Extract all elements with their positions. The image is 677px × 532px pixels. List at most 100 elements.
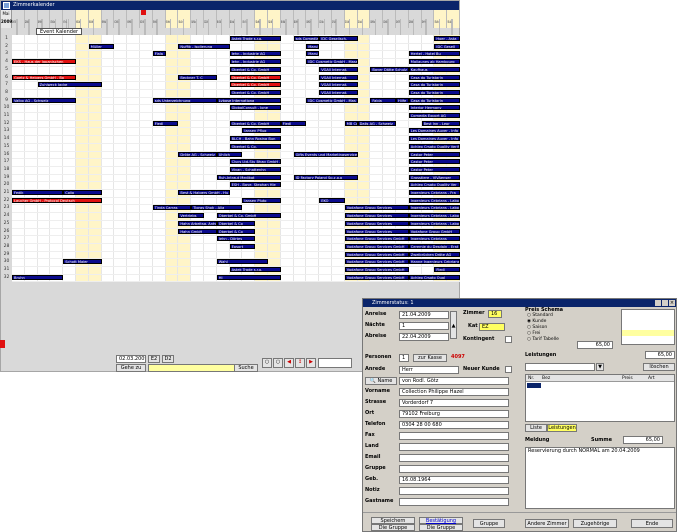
booking-bar[interactable]: Castor Peter — [408, 151, 460, 157]
booking-bar[interactable]: Hahn Arbeitsg. Antw — [178, 220, 217, 226]
goto-button[interactable]: Gehe zu — [116, 364, 146, 372]
end-button[interactable]: Ende — [631, 519, 673, 528]
booking-bar[interactable]: Vertriebs — [178, 213, 204, 219]
booking-bar[interactable]: Dalis AG - Schweiz — [357, 120, 396, 126]
booking-bar[interactable]: VGAll Internat. — [319, 89, 358, 95]
name-search-button[interactable]: 🔍 Name — [365, 377, 397, 385]
booking-bar[interactable]: Fiedl — [434, 267, 460, 272]
booking-bar[interactable]: Oberbel & Co — [216, 228, 256, 234]
day-header-cell[interactable]: Sa 02 — [76, 10, 89, 37]
booking-bar[interactable]: EKS - Haus der Japanischen — [12, 59, 76, 65]
kontingent-checkbox[interactable] — [505, 336, 512, 343]
booking-bar[interactable]: ID Factory Poland Sp.z.o.o — [293, 174, 358, 180]
booking-bar[interactable]: Comedia Export AG — [408, 113, 460, 118]
confirm-group-button[interactable]: Die Gruppe — [419, 524, 463, 531]
gruppe-field[interactable] — [399, 465, 509, 473]
booking-bar[interactable]: GlobalConsult - Jone — [229, 105, 281, 111]
booking-bar[interactable]: Castor Peter — [408, 159, 460, 165]
telefon-field[interactable]: 0304 28 00 680 — [399, 421, 509, 429]
view-select[interactable] — [318, 358, 352, 368]
nights-field[interactable]: 1 — [399, 322, 449, 330]
departure-field[interactable]: 22.04.2009 — [399, 333, 449, 341]
selected-row[interactable] — [527, 383, 541, 388]
day-header-cell[interactable]: Sa 16 — [255, 10, 268, 37]
day-header-cell[interactable]: So 17 — [268, 10, 281, 37]
booking-bar[interactable]: Interior Hermany — [408, 105, 460, 111]
booking-bar[interactable]: Castor Peter — [408, 166, 460, 172]
booking-bar[interactable]: Vodafone Group Services GmbH — [344, 274, 409, 280]
room-field[interactable]: 16 — [488, 310, 502, 318]
booking-bar[interactable]: Bruhn — [12, 274, 64, 280]
booking-bar[interactable]: Tinda Carras — [152, 205, 192, 211]
day-header-cell[interactable]: Do 28 — [409, 10, 422, 37]
tab-liste[interactable]: Liste — [525, 424, 547, 432]
booking-bar[interactable]: Zweibrücken Dröte AG — [408, 251, 460, 257]
booking-bar[interactable]: Hertel - Hotel Bu — [408, 51, 460, 57]
booking-bar[interactable]: Oberbel & Co. GmbH — [216, 213, 281, 219]
booking-bar[interactable]: sds Comedia — [293, 36, 320, 41]
strasse-field[interactable]: Vorderdorf 7 — [399, 399, 509, 407]
persons-field[interactable]: 1 — [399, 354, 409, 362]
booking-bar[interactable]: Les Domaines Auver - Info — [408, 128, 460, 134]
booking-bar[interactable]: Clucs Ltd-Stu Bhag GmbH - Hil — [229, 159, 281, 165]
day-header-cell[interactable]: So 03 — [88, 10, 102, 37]
booking-bar[interactable]: Uhlich — [216, 151, 243, 157]
booking-bar[interactable]: Oberbel & Co. GmbH — [229, 82, 281, 88]
booking-bar[interactable]: ESH - Baye, Stephan Hle — [229, 182, 281, 188]
booking-bar[interactable]: Ingenieurs Cebrians — [408, 236, 460, 242]
booking-bar[interactable]: Vodafone Group Services — [344, 228, 409, 234]
mini-calendar[interactable] — [621, 309, 675, 345]
booking-bar[interactable]: Ingenieurs Cebrians - Labo — [408, 220, 460, 226]
d2-button[interactable]: D2 — [162, 355, 174, 363]
booking-bar[interactable]: Nuffik - Isolierung — [178, 43, 230, 49]
booking-bar[interactable]: Vodafone Group Services — [344, 213, 409, 219]
day-header-cell[interactable]: Fr 15 — [242, 10, 256, 37]
booking-bar[interactable]: Vodafone Group Services GmbH — [344, 236, 409, 242]
new-customer-checkbox[interactable] — [505, 366, 512, 373]
day-header-cell[interactable]: Di 05 — [114, 10, 128, 37]
ort-field[interactable]: 79102 Freiburg — [399, 410, 509, 418]
day-header-cell[interactable]: Fr 29 — [422, 10, 435, 37]
arrival-field[interactable]: 21.04.2009 — [399, 311, 449, 319]
booking-bar[interactable]: Achleo Crsato Qual — [408, 274, 460, 280]
booking-bar[interactable]: IDC Gesell — [434, 43, 460, 49]
booking-bar[interactable]: Fiedl — [280, 120, 307, 126]
booking-bar[interactable]: Mallaunes ab Hambourg — [408, 59, 460, 65]
day-header-cell[interactable]: Di 28 — [25, 10, 38, 37]
booking-bar[interactable]: Müller — [88, 43, 115, 49]
booking-bar[interactable]: Hi — [216, 274, 281, 280]
booking-bar[interactable]: Oberbel & Co. — [229, 143, 281, 149]
delete-button[interactable]: löschen — [643, 363, 675, 371]
day-header-cell[interactable]: Fr 08 — [153, 10, 166, 37]
booking-bar[interactable]: Best Inn - Leor — [421, 120, 460, 126]
zoom-search-icon[interactable]: ○ — [262, 358, 272, 368]
geb-field[interactable]: 16.08.1964 — [399, 476, 509, 484]
price-field[interactable]: 65,00 — [577, 341, 613, 349]
day-header-cell[interactable]: Di 12 — [204, 10, 217, 37]
booking-bar[interactable]: IDC Cosmetic GmbH - Mas — [306, 97, 358, 103]
move-left-icon[interactable]: ◀ — [284, 358, 294, 368]
day-header-cell[interactable]: Di 19 — [294, 10, 307, 37]
booking-bar[interactable]: Oberbel & Co. GmbH — [229, 74, 281, 80]
land-field[interactable] — [399, 443, 509, 451]
booking-bar[interactable]: Fedik — [12, 190, 64, 195]
booking-bar[interactable]: Astek Trade s.r.o. — [229, 267, 281, 272]
salutation-select[interactable]: Herr — [399, 366, 459, 374]
booking-bar[interactable]: Vodafone Group Services GmbH — [344, 267, 409, 272]
save-group-button[interactable]: Die Gruppe — [371, 524, 415, 531]
other-rooms-button[interactable]: Andere Zimmer — [525, 519, 569, 528]
booking-bar[interactable]: Bayer Dätte Schulz Hoer — [370, 66, 409, 72]
booking-bar[interactable]: Achleo Crsato Quality Verification — [408, 143, 460, 149]
booking-bar[interactable]: Hoer - Asta — [434, 36, 460, 41]
booking-bar[interactable]: Jansen Pflug — [242, 128, 281, 134]
day-header-cell[interactable]: Sa 30 — [434, 10, 448, 37]
e2-button[interactable]: E2 — [148, 355, 160, 363]
booking-bar[interactable]: Valbo AG - Schweiz — [12, 97, 76, 103]
minimize-icon[interactable] — [655, 300, 661, 306]
booking-bar[interactable]: Maruk — [306, 43, 320, 49]
booking-bar[interactable]: Kaufhaus — [408, 66, 460, 72]
fax-field[interactable] — [399, 432, 509, 440]
day-header-cell[interactable]: Mo 25 — [370, 10, 384, 37]
gastname-field[interactable] — [399, 498, 509, 506]
booking-bar[interactable]: Jansen Pluto — [242, 197, 281, 203]
